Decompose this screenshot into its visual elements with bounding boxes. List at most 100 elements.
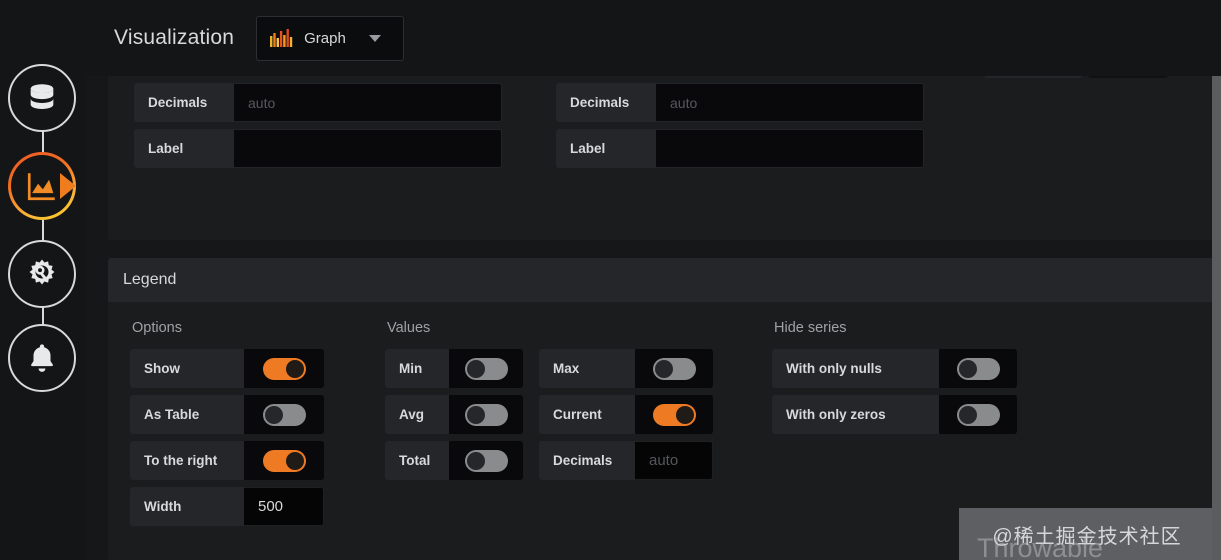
legend-section-hide-series: Hide series With only nulls With only ze… <box>772 320 1017 434</box>
page-title: Visualization <box>114 26 235 49</box>
bar-chart-icon <box>270 29 293 47</box>
toggle-to-the-right[interactable] <box>262 449 306 472</box>
label-row: Label <box>134 129 530 168</box>
toggle-as-table[interactable] <box>262 403 306 426</box>
section-column: Min Avg Total <box>385 349 523 480</box>
right-edge-scrollbar[interactable] <box>1212 0 1221 560</box>
row-control[interactable] <box>449 441 523 480</box>
row-control[interactable] <box>939 349 1017 388</box>
toggle-knob <box>466 451 485 470</box>
row-label: Show <box>130 349 244 388</box>
toggle-show[interactable] <box>262 357 306 380</box>
legend-title: Legend <box>123 271 177 288</box>
sidebar-item-queries[interactable] <box>8 64 76 132</box>
active-arrow-icon <box>60 173 76 199</box>
option-row-as-table: As Table <box>130 395 324 434</box>
toggle-knob <box>958 405 977 424</box>
decimals-row: Decimals auto <box>556 83 936 122</box>
row-label: Avg <box>385 395 449 434</box>
decimals-input[interactable]: auto <box>635 441 713 480</box>
hide-row-only-zeros: With only zeros <box>772 395 1017 434</box>
section-column: Show As Table To the right Width 500 <box>130 349 324 526</box>
toggle-knob <box>654 359 673 378</box>
row-label: Total <box>385 441 449 480</box>
watermark-ghost-text: Throwable <box>977 533 1104 560</box>
decimals-placeholder: auto <box>670 94 698 111</box>
panel-editor: Decimals auto Label Decimals auto Label … <box>0 0 1221 560</box>
row-control[interactable] <box>244 395 324 434</box>
label-row: Label <box>556 129 936 168</box>
decimals-placeholder: auto <box>248 94 276 111</box>
row-label: To the right <box>130 441 244 480</box>
toggle-with-only-nulls[interactable] <box>956 357 1000 380</box>
value-row-min: Min <box>385 349 523 388</box>
option-row-width: Width 500 <box>130 487 324 526</box>
row-control[interactable] <box>635 349 713 388</box>
section-title: Options <box>132 320 182 336</box>
toggle-knob <box>466 359 485 378</box>
label-label: Label <box>556 129 656 168</box>
axes-options-card: Decimals auto Label Decimals auto Label <box>108 54 1221 240</box>
decimals-input[interactable]: auto <box>656 83 924 122</box>
editor-sidebar <box>0 0 86 560</box>
watermark: Throwable @稀土掘金技术社区 <box>959 508 1215 560</box>
value-row-total: Total <box>385 441 523 480</box>
visualization-header: Visualization Graph <box>86 0 1221 76</box>
toggle-min[interactable] <box>464 357 508 380</box>
row-label: Current <box>539 395 635 434</box>
sidebar-item-alert[interactable] <box>8 324 76 392</box>
decimals-input[interactable]: auto <box>234 83 502 122</box>
decimals-label: Decimals <box>134 83 234 122</box>
section-column: With only nulls With only zeros <box>772 349 1017 434</box>
legend-section-options: Options Show As Table To the right Width… <box>130 320 324 526</box>
toggle-knob <box>264 405 283 424</box>
toggle-knob <box>675 405 694 424</box>
hide-row-only-nulls: With only nulls <box>772 349 1017 388</box>
width-input[interactable]: 500 <box>244 487 324 526</box>
database-icon <box>30 84 54 110</box>
row-control[interactable] <box>244 349 324 388</box>
toggle-knob <box>285 451 304 470</box>
toggle-max[interactable] <box>652 357 696 380</box>
value-row-decimals: Decimals auto <box>539 441 713 480</box>
option-row-to-the-right: To the right <box>130 441 324 480</box>
toggle-with-only-zeros[interactable] <box>956 403 1000 426</box>
graph-area-icon <box>27 173 55 201</box>
visualization-type-label: Graph <box>304 29 346 47</box>
section-column: Max Current Decimals auto <box>539 349 713 480</box>
chevron-down-icon[interactable] <box>368 34 381 42</box>
row-control[interactable] <box>449 349 523 388</box>
row-label: Min <box>385 349 449 388</box>
label-input[interactable] <box>656 129 924 168</box>
toggle-current[interactable] <box>652 403 696 426</box>
row-label: Decimals <box>539 441 635 480</box>
row-control[interactable] <box>635 395 713 434</box>
row-label: Width <box>130 487 244 526</box>
row-label: With only nulls <box>772 349 939 388</box>
toggle-avg[interactable] <box>464 403 508 426</box>
legend-section-values: Values Min Avg Total Max Current Decimal… <box>385 320 713 480</box>
toggle-knob <box>958 359 977 378</box>
section-title: Values <box>387 320 431 336</box>
section-title: Hide series <box>774 320 847 336</box>
toggle-knob <box>285 359 304 378</box>
visualization-type-picker[interactable]: Graph <box>256 15 405 61</box>
row-label: As Table <box>130 395 244 434</box>
decimals-placeholder: auto <box>649 452 679 469</box>
option-row-show: Show <box>130 349 324 388</box>
sidebar-item-general[interactable] <box>8 240 76 308</box>
value-row-max: Max <box>539 349 713 388</box>
legend-header[interactable]: Legend <box>108 258 1221 302</box>
row-label: Max <box>539 349 635 388</box>
decimals-label: Decimals <box>556 83 656 122</box>
sidebar-item-visualization[interactable] <box>8 152 76 220</box>
row-control[interactable] <box>244 441 324 480</box>
decimals-row: Decimals auto <box>134 83 530 122</box>
toggle-total[interactable] <box>464 449 508 472</box>
gear-wrench-icon <box>29 259 55 285</box>
bell-icon <box>31 344 53 372</box>
row-control[interactable] <box>449 395 523 434</box>
row-control[interactable] <box>939 395 1017 434</box>
label-input[interactable] <box>234 129 502 168</box>
editor-content: Decimals auto Label Decimals auto Label … <box>86 0 1221 560</box>
